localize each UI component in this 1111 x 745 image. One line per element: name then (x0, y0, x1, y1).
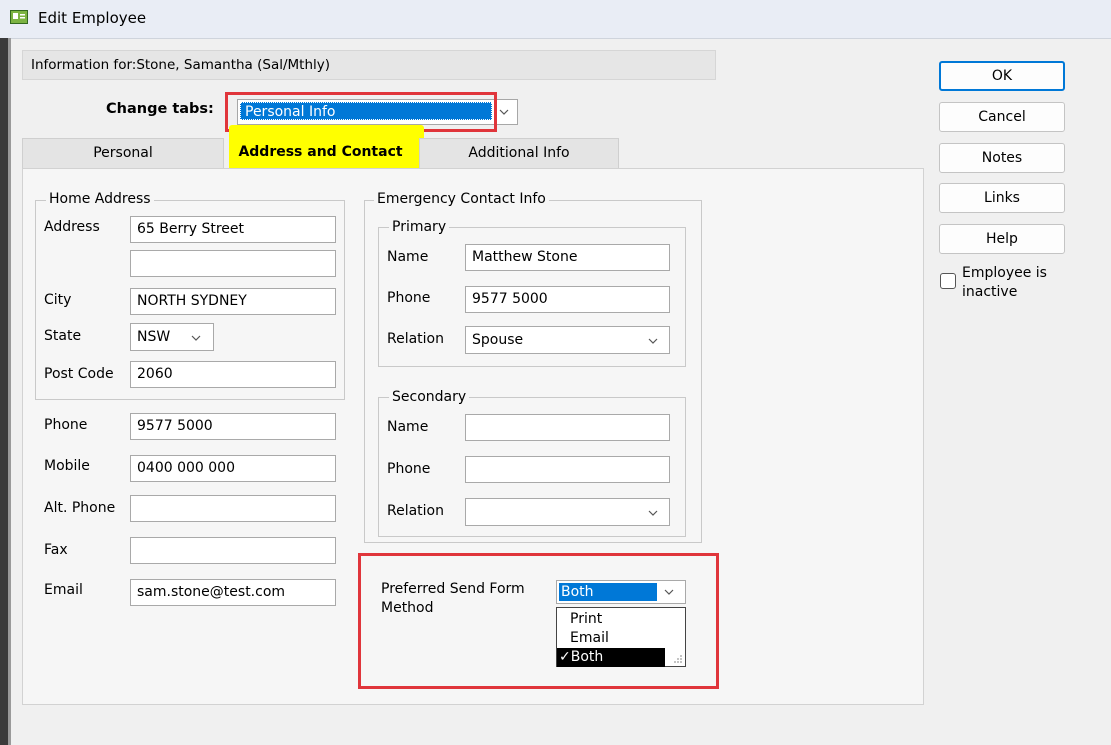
state-label: State (44, 328, 82, 344)
primary-relation-select[interactable]: Spouse (465, 326, 670, 354)
address-line2-input[interactable] (130, 250, 336, 277)
window-edge-inner (8, 38, 11, 745)
email-input[interactable]: sam.stone@test.com (130, 579, 336, 606)
chevron-down-icon (648, 338, 658, 344)
title-bar: Edit Employee (0, 0, 1111, 39)
primary-title: Primary (389, 219, 450, 235)
secondary-name-label: Name (387, 419, 429, 435)
city-label: City (44, 292, 72, 308)
alt-phone-label: Alt. Phone (44, 500, 116, 516)
cancel-button[interactable]: Cancel (939, 102, 1065, 132)
primary-name-input[interactable]: Matthew Stone (465, 244, 670, 271)
help-button[interactable]: Help (939, 224, 1065, 254)
secondary-phone-input[interactable] (465, 456, 670, 483)
email-label: Email (44, 582, 83, 598)
window-title: Edit Employee (38, 9, 147, 27)
primary-relation-value: Spouse (472, 332, 524, 348)
secondary-title: Secondary (389, 389, 470, 405)
chevron-down-icon (499, 109, 509, 115)
city-input[interactable]: NORTH SYDNEY (130, 288, 336, 315)
home-address-title: Home Address (46, 191, 154, 207)
mobile-label: Mobile (44, 458, 90, 474)
info-label: Information for:Stone, Samantha (Sal/Mth… (31, 57, 330, 73)
info-prefix: Information for: (31, 57, 137, 73)
employee-inactive-label-line2: inactive (962, 284, 1018, 300)
window-edge (0, 38, 8, 745)
postcode-input[interactable]: 2060 (130, 361, 336, 388)
primary-relation-label: Relation (387, 331, 444, 347)
employee-inactive-checkbox[interactable] (940, 273, 956, 289)
address-label: Address (44, 219, 100, 235)
secondary-relation-select[interactable] (465, 498, 670, 526)
employee-name: Stone, Samantha (Sal/Mthly) (136, 57, 331, 73)
secondary-name-input[interactable] (465, 414, 670, 441)
employee-info-bar: Information for:Stone, Samantha (Sal/Mth… (22, 50, 716, 80)
ok-button[interactable]: OK (939, 61, 1065, 91)
phone-label: Phone (44, 417, 88, 433)
primary-name-label: Name (387, 249, 429, 265)
chevron-down-icon (648, 510, 658, 516)
mobile-input[interactable]: 0400 000 000 (130, 455, 336, 482)
tab-additional-info[interactable]: Additional Info (419, 138, 619, 170)
state-value: NSW (137, 329, 171, 345)
change-tabs-label: Change tabs: (106, 101, 214, 117)
alt-phone-input[interactable] (130, 495, 336, 522)
primary-phone-input[interactable]: 9577 5000 (465, 286, 670, 313)
secondary-phone-label: Phone (387, 461, 431, 477)
address-line1-input[interactable]: 65 Berry Street (130, 216, 336, 243)
fax-label: Fax (44, 542, 68, 558)
notes-button[interactable]: Notes (939, 143, 1065, 173)
primary-phone-label: Phone (387, 290, 431, 306)
state-select[interactable]: NSW (130, 323, 214, 351)
employee-card-icon (10, 10, 28, 24)
secondary-relation-label: Relation (387, 503, 444, 519)
emergency-contact-title: Emergency Contact Info (374, 191, 549, 207)
chevron-down-icon (191, 335, 201, 341)
postcode-label: Post Code (44, 366, 114, 382)
fax-input[interactable] (130, 537, 336, 564)
links-button[interactable]: Links (939, 183, 1065, 213)
tab-personal[interactable]: Personal (22, 138, 224, 170)
employee-inactive-label-line1: Employee is (962, 265, 1047, 281)
phone-input[interactable]: 9577 5000 (130, 413, 336, 440)
annotation-red-box-send-method (358, 553, 719, 689)
tab-address-and-contact[interactable]: Address and Contact (223, 138, 418, 169)
